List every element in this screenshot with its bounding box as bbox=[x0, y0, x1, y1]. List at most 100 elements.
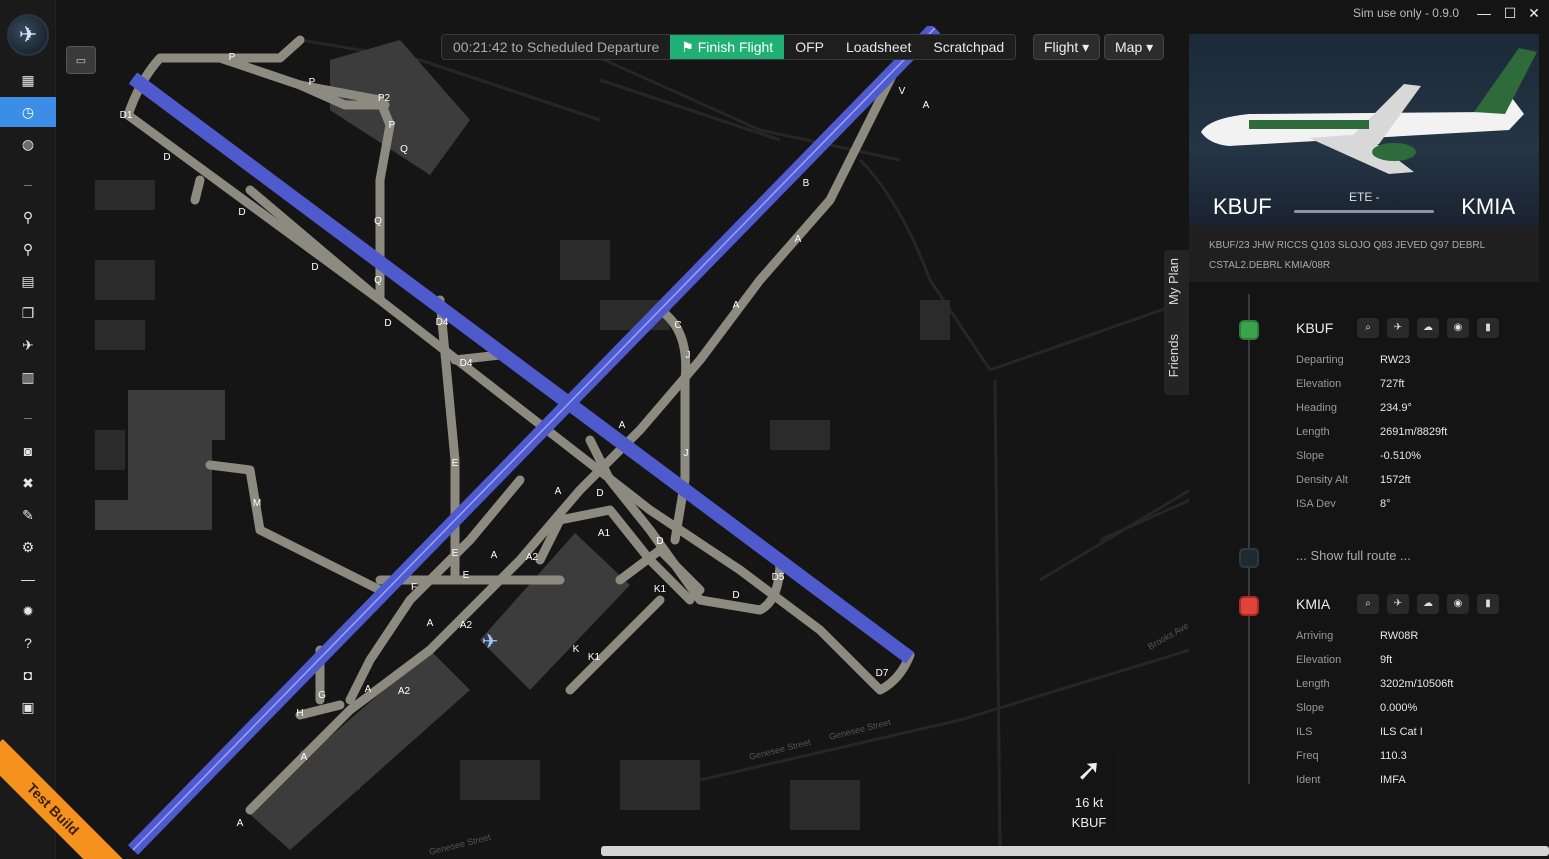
horizontal-scrollbar[interactable] bbox=[601, 846, 1549, 856]
taxiway-label: D bbox=[596, 488, 603, 499]
app-logo[interactable]: ✈ bbox=[7, 14, 49, 56]
departure-status-dot bbox=[1239, 320, 1259, 340]
tab-my-plan[interactable]: My Plan bbox=[1166, 258, 1188, 305]
clipboard-icon[interactable]: ▮ bbox=[1477, 318, 1499, 338]
taxiway-label: D bbox=[163, 152, 170, 163]
finish-flight-button[interactable]: ⚑ Finish Flight bbox=[670, 35, 785, 59]
flight-dropdown[interactable]: Flight ▾ bbox=[1033, 34, 1101, 60]
row-label: Density Alt bbox=[1296, 474, 1348, 486]
help-icon[interactable]: ? bbox=[0, 628, 56, 658]
taxiway-label: A bbox=[237, 818, 244, 829]
row-label: Ident bbox=[1296, 774, 1321, 786]
departure-timer: 00:21:42 to Scheduled Departure bbox=[453, 39, 660, 55]
finish-flight-label: Finish Flight bbox=[697, 39, 774, 55]
row-value: 1572ft bbox=[1380, 474, 1411, 486]
departure-row: Heading 234.9° bbox=[1296, 402, 1536, 426]
aircraft-icon[interactable]: ✈ bbox=[482, 631, 499, 653]
row-value: 110.3 bbox=[1380, 750, 1407, 762]
arrival-row: Freq 110.3 bbox=[1296, 750, 1536, 774]
arrival-row: Length 3202m/10506ft bbox=[1296, 678, 1536, 702]
weather-icon[interactable]: ☁ bbox=[1417, 318, 1439, 338]
row-label: Elevation bbox=[1296, 654, 1342, 666]
route-icon[interactable]: ⚲ bbox=[0, 202, 56, 232]
road-label: Genesee Street bbox=[748, 737, 812, 762]
row-value: 3202m/10506ft bbox=[1380, 678, 1454, 690]
scratchpad-button[interactable]: Scratchpad bbox=[922, 35, 1015, 59]
minimize-icon[interactable]: — bbox=[1475, 4, 1493, 22]
taxiway-label: J bbox=[686, 350, 691, 361]
taxiway-label: Q bbox=[374, 216, 382, 227]
ete-label: ETE - bbox=[1349, 190, 1380, 204]
clock-icon[interactable]: ◷ bbox=[0, 97, 56, 127]
ofp-button[interactable]: OFP bbox=[784, 35, 835, 59]
close-icon[interactable]: ✕ bbox=[1525, 4, 1543, 22]
version-label: Sim use only - 0.9.0 bbox=[1352, 6, 1459, 20]
departure-row: Slope -0.510% bbox=[1296, 450, 1536, 474]
taxiway-label: A bbox=[733, 300, 740, 311]
flight-panel: KBUF ETE - KMIA KBUF/23 JHW RICCS Q103 S… bbox=[1189, 34, 1539, 834]
arrival-row: ILS ILS Cat I bbox=[1296, 726, 1536, 750]
taxiway-label: D bbox=[311, 262, 318, 273]
taxiway-label: A1 bbox=[598, 528, 611, 539]
row-value: ILS Cat I bbox=[1380, 726, 1423, 738]
row-label: Arriving bbox=[1296, 630, 1334, 642]
row-label: Departing bbox=[1296, 354, 1344, 366]
bug-icon[interactable]: ✹ bbox=[0, 596, 56, 626]
taxiway-label: P2 bbox=[378, 93, 391, 104]
row-label: Elevation bbox=[1296, 378, 1342, 390]
maximize-icon[interactable]: ☐ bbox=[1501, 4, 1519, 22]
plane-icon[interactable]: ✈ bbox=[0, 330, 56, 360]
dashboard-icon[interactable]: ▦ bbox=[0, 65, 56, 95]
route-details: KBUF ⌕ ✈ ☁ ◉ ▮ Departing RW23 Elevation 72… bbox=[1189, 286, 1539, 834]
globe-icon[interactable]: ◍ bbox=[0, 129, 56, 159]
destination-code: KMIA bbox=[1461, 194, 1515, 219]
map-dropdown[interactable]: Map ▾ bbox=[1104, 34, 1165, 60]
clipboard-icon[interactable]: ▮ bbox=[1477, 594, 1499, 614]
taxiway-label: K1 bbox=[654, 584, 667, 595]
row-label: Slope bbox=[1296, 450, 1325, 462]
flight-toolbar: 00:21:42 to Scheduled Departure ⚑ Finish… bbox=[441, 34, 1017, 60]
taxiway-label: A2 bbox=[398, 686, 411, 697]
search-icon[interactable]: ⌕ bbox=[1357, 318, 1379, 338]
search-icon[interactable]: ⌕ bbox=[1357, 594, 1379, 614]
taxiway-label: E bbox=[452, 458, 459, 469]
row-value: RW23 bbox=[1380, 354, 1411, 366]
route-alt-icon[interactable]: ⚲ bbox=[0, 234, 56, 264]
landing-icon[interactable]: ✈ bbox=[1387, 594, 1409, 614]
documents-icon[interactable]: ❐ bbox=[0, 298, 56, 328]
plugin-icon[interactable]: ✎ bbox=[0, 500, 56, 530]
arrival-row: Ident IMFA bbox=[1296, 774, 1536, 798]
map-layers-button[interactable]: ▭ bbox=[66, 46, 96, 74]
calendar-icon[interactable]: ▤ bbox=[0, 266, 56, 296]
minus-icon[interactable]: — bbox=[0, 564, 56, 594]
gift-icon[interactable]: ▣ bbox=[0, 692, 56, 722]
taxiway-label: D4 bbox=[436, 317, 449, 328]
gear-icon[interactable]: ⚙ bbox=[0, 532, 56, 562]
tab-friends[interactable]: Friends bbox=[1166, 334, 1188, 377]
taxiway-label: A bbox=[427, 618, 434, 629]
taxiway-label: A2 bbox=[526, 552, 539, 563]
loadsheet-button[interactable]: Loadsheet bbox=[835, 35, 922, 59]
takeoff-icon[interactable]: ✈ bbox=[1387, 318, 1409, 338]
taxiway-label: A bbox=[491, 550, 498, 561]
weather-icon[interactable]: ☁ bbox=[1417, 594, 1439, 614]
radar-icon[interactable]: ◉ bbox=[1447, 594, 1469, 614]
taxiway-label: A bbox=[619, 420, 626, 431]
route-string: KBUF/23 JHW RICCS Q103 SLOJO Q83 JEVED Q… bbox=[1189, 226, 1539, 282]
departure-actions: ⌕ ✈ ☁ ◉ ▮ bbox=[1357, 318, 1499, 338]
sidebar-divider bbox=[24, 185, 32, 186]
tools-icon[interactable]: ✖ bbox=[0, 468, 56, 498]
camera-icon[interactable]: ◙ bbox=[0, 436, 56, 466]
row-value: 234.9° bbox=[1380, 402, 1412, 414]
row-label: ISA Dev bbox=[1296, 498, 1336, 510]
taxiway-label: P bbox=[229, 52, 236, 63]
report-icon[interactable]: ▥ bbox=[0, 362, 56, 392]
taxiway-label: C bbox=[674, 320, 681, 331]
discord-icon[interactable]: ◘ bbox=[0, 660, 56, 690]
radar-icon[interactable]: ◉ bbox=[1447, 318, 1469, 338]
taxiway-label: D7 bbox=[876, 668, 889, 679]
arrival-status-dot bbox=[1239, 596, 1259, 616]
arrival-row: Elevation 9ft bbox=[1296, 654, 1536, 678]
taxiway-label: A bbox=[795, 234, 802, 245]
show-full-route-link[interactable]: ... Show full route ... bbox=[1296, 548, 1411, 563]
